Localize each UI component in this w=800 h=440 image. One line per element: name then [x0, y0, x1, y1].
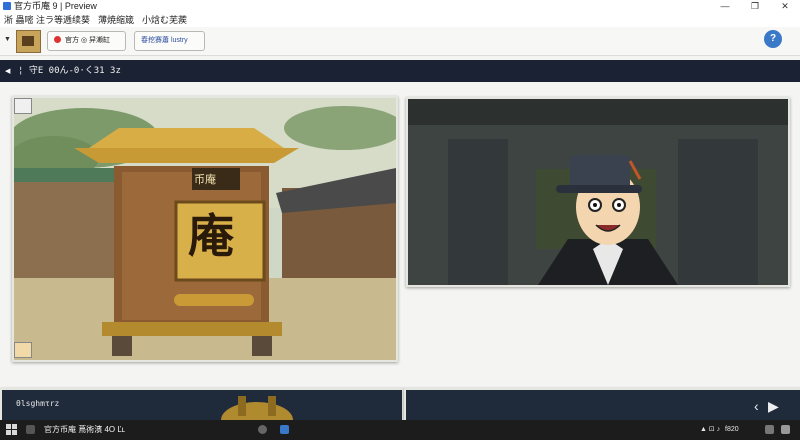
history-button[interactable]: 春挖賽蕭 lustry	[134, 31, 205, 51]
panel-thumbnail[interactable]	[16, 30, 41, 53]
comic-panel-3[interactable]: θlsghmτrz	[0, 388, 404, 422]
history-label: 春挖賽蕭 lustry	[141, 37, 188, 44]
notification-icon[interactable]	[781, 425, 790, 434]
location-pin-icon	[54, 36, 61, 43]
toolbar: ▼ 官方 ◎ 舁濑缸 春挖賽蕭 lustry ?	[0, 27, 800, 56]
taskbar-app-icon-2[interactable]	[280, 425, 289, 434]
location-button[interactable]: 官方 ◎ 舁濑缸	[47, 31, 126, 51]
chapter-expand-icon[interactable]: ◀	[5, 67, 10, 75]
maximize-button[interactable]: ❐	[740, 0, 770, 13]
title-bar: 官方币庵 9 | Preview — ❐ ✕	[0, 0, 800, 13]
chapter-title: ¦ 守E 00ん-0·く31 3z	[18, 66, 121, 76]
menu-item-4[interactable]: 小焓む芜蒺	[142, 13, 187, 27]
panel-3-caption: θlsghmτrz	[16, 399, 60, 408]
menu-item-2[interactable]: 注ラ等逓续葵	[36, 13, 90, 27]
app-icon	[3, 2, 11, 10]
tray-label: f820	[725, 426, 739, 433]
taskbar-app-label[interactable]: 官方币庵 蔦術濱 4О Ľʟ	[44, 420, 125, 440]
chapter-header[interactable]: ◀ ¦ 守E 00ん-0·く31 3z	[0, 60, 800, 82]
network-icon[interactable]	[765, 425, 774, 434]
shrine-small-sign: 币庵	[194, 173, 216, 186]
comic-panel-1[interactable]: 币庵 庵	[12, 96, 398, 362]
panel-2-illustration	[408, 99, 788, 285]
menu-item-1[interactable]: 淅 蟲嘧	[4, 13, 34, 27]
taskbar-app-icon-1[interactable]	[258, 425, 267, 434]
windows-start-icon[interactable]	[6, 424, 18, 436]
camera-icon[interactable]	[14, 98, 32, 114]
close-button[interactable]: ✕	[770, 0, 800, 13]
tray-icons[interactable]: ▲ ⊡ ♪	[700, 420, 720, 440]
menu-item-3[interactable]: 薄焼缩箴	[98, 13, 134, 27]
help-icon[interactable]: ?	[764, 30, 782, 48]
location-label: 官方 ◎ 舁濑缸	[65, 37, 110, 44]
next-page-icon[interactable]: ▶	[768, 398, 779, 415]
shrine-big-sign: 庵	[188, 209, 234, 263]
comic-panel-2[interactable]	[406, 97, 790, 287]
window-title: 官方币庵 9 | Preview	[14, 1, 97, 11]
previous-page-icon[interactable]: ‹	[754, 398, 759, 414]
menu-bar: 淅 蟲嘧 注ラ等逓续葵 薄焼缩箴 小焓む芜蒺	[0, 13, 800, 27]
comic-panel-4[interactable]	[404, 388, 800, 422]
panel-3-illustration	[2, 390, 402, 420]
task-view-icon[interactable]	[26, 425, 35, 434]
taskbar: 官方币庵 蔦術濱 4О Ľʟ ▲ ⊡ ♪ f820	[0, 420, 800, 440]
character-avatar-icon[interactable]	[14, 342, 32, 358]
minimize-button[interactable]: —	[710, 0, 740, 13]
collapse-toolbar-icon[interactable]: ▼	[4, 36, 11, 43]
